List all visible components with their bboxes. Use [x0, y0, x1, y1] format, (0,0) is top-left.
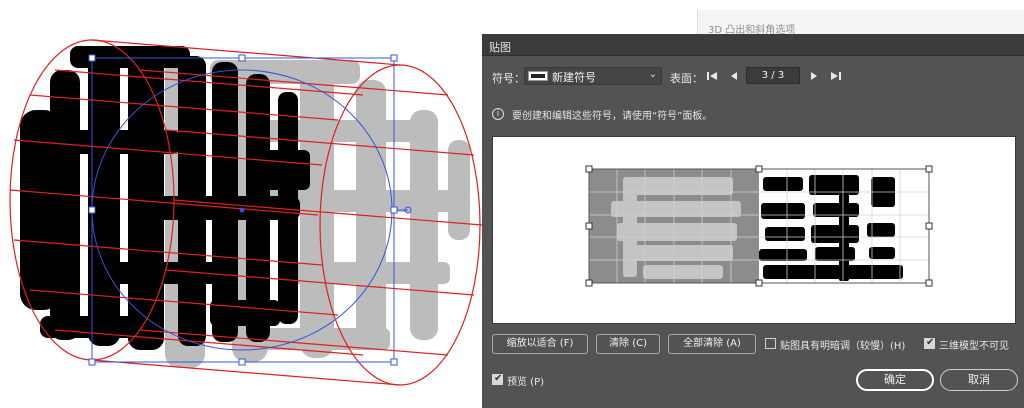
symbol-dropdown[interactable]: 新建符号 ⌄ — [524, 67, 662, 85]
dialog-title-bar[interactable]: 贴图 — [482, 34, 1024, 56]
map-art-dialog: 贴图 符号： 新建符号 ⌄ 表面： 3 / 3 i 要创建和编辑这些符号，请使用… — [482, 34, 1024, 408]
preview-mapped-art — [759, 175, 903, 281]
shade-artwork-checkbox[interactable] — [765, 338, 776, 349]
preview-checkbox[interactable] — [492, 373, 503, 385]
chevron-down-icon: ⌄ — [648, 69, 657, 80]
clear-all-button[interactable]: 全部清除 (A) — [668, 334, 756, 354]
preview-label: 预览 (P) — [507, 377, 545, 388]
cancel-button[interactable]: 取消 — [940, 369, 1018, 391]
surface-index-field[interactable]: 3 / 3 — [746, 67, 800, 84]
symbol-thumbnail — [528, 71, 548, 81]
symbol-label: 符号： — [492, 72, 525, 85]
shade-artwork-label: 贴图具有明暗调（较慢）(H) — [780, 341, 906, 352]
surface-label: 表面： — [670, 72, 703, 85]
symbol-selected-value: 新建符号 — [552, 71, 596, 84]
info-message: 要创建和编辑这些符号，请使用“符号”面板。 — [512, 111, 713, 122]
clear-button[interactable]: 清除 (C) — [596, 334, 660, 354]
first-surface-icon[interactable] — [706, 70, 718, 82]
ok-button[interactable]: 确定 — [856, 369, 934, 391]
screenshot-stage: 3D 凸出和斜角选项 贴图 符号： 新建符号 ⌄ 表面： 3 / 3 i 要创建… — [0, 0, 1024, 408]
last-surface-icon[interactable] — [830, 70, 842, 82]
artboard-3d-cylinder[interactable] — [0, 0, 490, 408]
info-icon: i — [492, 108, 504, 120]
surface-preview-canvas[interactable] — [493, 137, 1015, 323]
next-surface-icon[interactable] — [808, 70, 820, 82]
surface-preview-panel[interactable] — [492, 136, 1016, 324]
center-point — [239, 207, 245, 213]
invisible-geometry-label: 三维模型不可见 — [939, 341, 1009, 352]
previous-surface-icon[interactable] — [728, 70, 740, 82]
invisible-geometry-checkbox[interactable] — [924, 337, 935, 349]
scale-to-fit-button[interactable]: 缩放以适合 (F) — [492, 334, 588, 354]
dialog-title: 贴图 — [489, 41, 511, 54]
